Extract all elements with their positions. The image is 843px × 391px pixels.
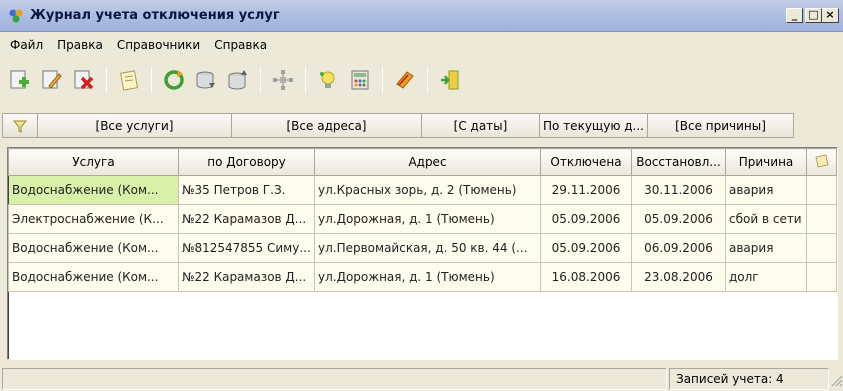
cell-notes[interactable] bbox=[806, 233, 837, 263]
calculator-button[interactable] bbox=[346, 66, 374, 94]
add-icon bbox=[10, 70, 29, 89]
book-button[interactable] bbox=[391, 66, 419, 94]
close-button[interactable]: × bbox=[822, 8, 839, 23]
table-header-row: Услуга по Договору Адрес Отключена Восст… bbox=[8, 148, 837, 176]
cell-service[interactable]: Электроснабжение (К... bbox=[8, 204, 179, 234]
cell-reason[interactable]: сбой в сети bbox=[725, 204, 807, 234]
filter-addresses[interactable]: [Все адреса] bbox=[232, 113, 422, 138]
funnel-icon bbox=[13, 120, 27, 133]
db-export-icon bbox=[228, 70, 247, 90]
app-icon bbox=[9, 9, 23, 22]
filter-bar: [Все услуги] [Все адреса] [С даты] По те… bbox=[2, 113, 831, 138]
notepad-icon bbox=[120, 70, 139, 91]
column-header-reason[interactable]: Причина bbox=[725, 148, 807, 176]
edit-button[interactable] bbox=[38, 66, 66, 94]
column-header-disconnected[interactable]: Отключена bbox=[540, 148, 632, 176]
cell-disconnected[interactable]: 05.09.2006 bbox=[540, 204, 632, 234]
table-row[interactable]: Водоснабжение (Ком... №35 Петров Г.З. ул… bbox=[8, 175, 837, 205]
title-bar: Журнал учета отключения услуг _ □ × bbox=[0, 0, 843, 32]
filter-button[interactable] bbox=[2, 113, 38, 138]
cell-restored[interactable]: 30.11.2006 bbox=[631, 175, 726, 205]
toolbar bbox=[4, 62, 839, 98]
table-row[interactable]: Водоснабжение (Ком... №812547855 Симу...… bbox=[8, 233, 837, 263]
column-header-service[interactable]: Услуга bbox=[8, 148, 179, 176]
cell-restored[interactable]: 23.08.2006 bbox=[631, 262, 726, 292]
filter-to-date[interactable]: По текущую д... bbox=[540, 113, 648, 138]
cell-address[interactable]: ул.Дорожная, д. 1 (Тюмень) bbox=[314, 204, 541, 234]
notes-button[interactable] bbox=[115, 66, 143, 94]
cell-service[interactable]: Водоснабжение (Ком... bbox=[8, 262, 179, 292]
db-import-icon bbox=[196, 71, 215, 89]
network-icon bbox=[273, 70, 293, 90]
resize-grip-icon[interactable] bbox=[829, 368, 843, 390]
db-export-button[interactable] bbox=[224, 66, 252, 94]
cell-restored[interactable]: 06.09.2006 bbox=[631, 233, 726, 263]
edit-icon bbox=[42, 70, 62, 89]
note-icon bbox=[814, 153, 829, 168]
add-button[interactable] bbox=[6, 66, 34, 94]
cell-restored[interactable]: 05.09.2006 bbox=[631, 204, 726, 234]
exit-door-icon bbox=[441, 70, 459, 90]
menu-help[interactable]: Справка bbox=[214, 38, 267, 52]
cell-contract[interactable]: №22 Карамазов Д... bbox=[178, 204, 315, 234]
column-header-address[interactable]: Адрес bbox=[314, 148, 541, 176]
column-header-restored[interactable]: Восстановл... bbox=[631, 148, 726, 176]
cell-notes[interactable] bbox=[806, 204, 837, 234]
cell-service[interactable]: Водоснабжение (Ком... bbox=[8, 233, 179, 263]
cell-contract[interactable]: №812547855 Симу... bbox=[178, 233, 315, 263]
menu-bar: Файл Правка Справочники Справка bbox=[0, 34, 843, 56]
window-title: Журнал учета отключения услуг bbox=[30, 8, 280, 23]
maximize-button[interactable]: □ bbox=[805, 8, 822, 23]
cell-disconnected[interactable]: 16.08.2006 bbox=[540, 262, 632, 292]
toolbar-separator bbox=[151, 67, 152, 93]
cell-address[interactable]: ул.Первомайская, д. 50 кв. 44 (... bbox=[314, 233, 541, 263]
book-icon bbox=[396, 71, 414, 89]
db-import-button[interactable] bbox=[192, 66, 220, 94]
cell-reason[interactable]: авария bbox=[725, 175, 807, 205]
cell-address[interactable]: ул.Красных зорь, д. 2 (Тюмень) bbox=[314, 175, 541, 205]
menu-references[interactable]: Справочники bbox=[117, 38, 200, 52]
cell-address[interactable]: ул.Дорожная, д. 1 (Тюмень) bbox=[314, 262, 541, 292]
status-bar: Записей учета: 4 bbox=[2, 368, 843, 390]
toolbar-separator bbox=[106, 67, 107, 93]
minimize-button[interactable]: _ bbox=[786, 8, 803, 23]
table-row[interactable]: Водоснабжение (Ком... №22 Карамазов Д...… bbox=[8, 262, 837, 292]
table-row[interactable]: Электроснабжение (К... №22 Карамазов Д..… bbox=[8, 204, 837, 234]
window-controls: _ □ × bbox=[784, 8, 839, 23]
cell-service[interactable]: Водоснабжение (Ком... bbox=[8, 175, 179, 205]
bulb-icon bbox=[320, 71, 335, 88]
filter-reasons[interactable]: [Все причины] bbox=[648, 113, 794, 138]
cell-disconnected[interactable]: 05.09.2006 bbox=[540, 233, 632, 263]
status-panel bbox=[2, 368, 667, 390]
cell-contract[interactable]: №35 Петров Г.З. bbox=[178, 175, 315, 205]
menu-edit[interactable]: Правка bbox=[57, 38, 103, 52]
cell-reason[interactable]: долг bbox=[725, 262, 807, 292]
refresh-button[interactable] bbox=[160, 66, 188, 94]
delete-button[interactable] bbox=[70, 66, 98, 94]
network-button[interactable] bbox=[269, 66, 297, 94]
filter-from-date[interactable]: [С даты] bbox=[422, 113, 540, 138]
bulb-button[interactable] bbox=[314, 66, 342, 94]
column-header-notes[interactable] bbox=[806, 148, 837, 176]
cell-notes[interactable] bbox=[806, 175, 837, 205]
record-count: Записей учета: 4 bbox=[669, 368, 829, 390]
filter-services[interactable]: [Все услуги] bbox=[38, 113, 232, 138]
column-header-contract[interactable]: по Договору bbox=[178, 148, 315, 176]
menu-file[interactable]: Файл bbox=[10, 38, 43, 52]
toolbar-separator bbox=[305, 67, 306, 93]
toolbar-separator bbox=[260, 67, 261, 93]
cell-contract[interactable]: №22 Карамазов Д... bbox=[178, 262, 315, 292]
toolbar-separator bbox=[427, 67, 428, 93]
cell-notes[interactable] bbox=[806, 262, 837, 292]
delete-icon bbox=[74, 70, 94, 90]
exit-button[interactable] bbox=[436, 66, 464, 94]
refresh-icon bbox=[164, 70, 184, 90]
toolbar-separator bbox=[382, 67, 383, 93]
cell-reason[interactable]: авария bbox=[725, 233, 807, 263]
cell-disconnected[interactable]: 29.11.2006 bbox=[540, 175, 632, 205]
calculator-icon bbox=[351, 70, 369, 90]
records-table: Услуга по Договору Адрес Отключена Восст… bbox=[8, 148, 837, 292]
